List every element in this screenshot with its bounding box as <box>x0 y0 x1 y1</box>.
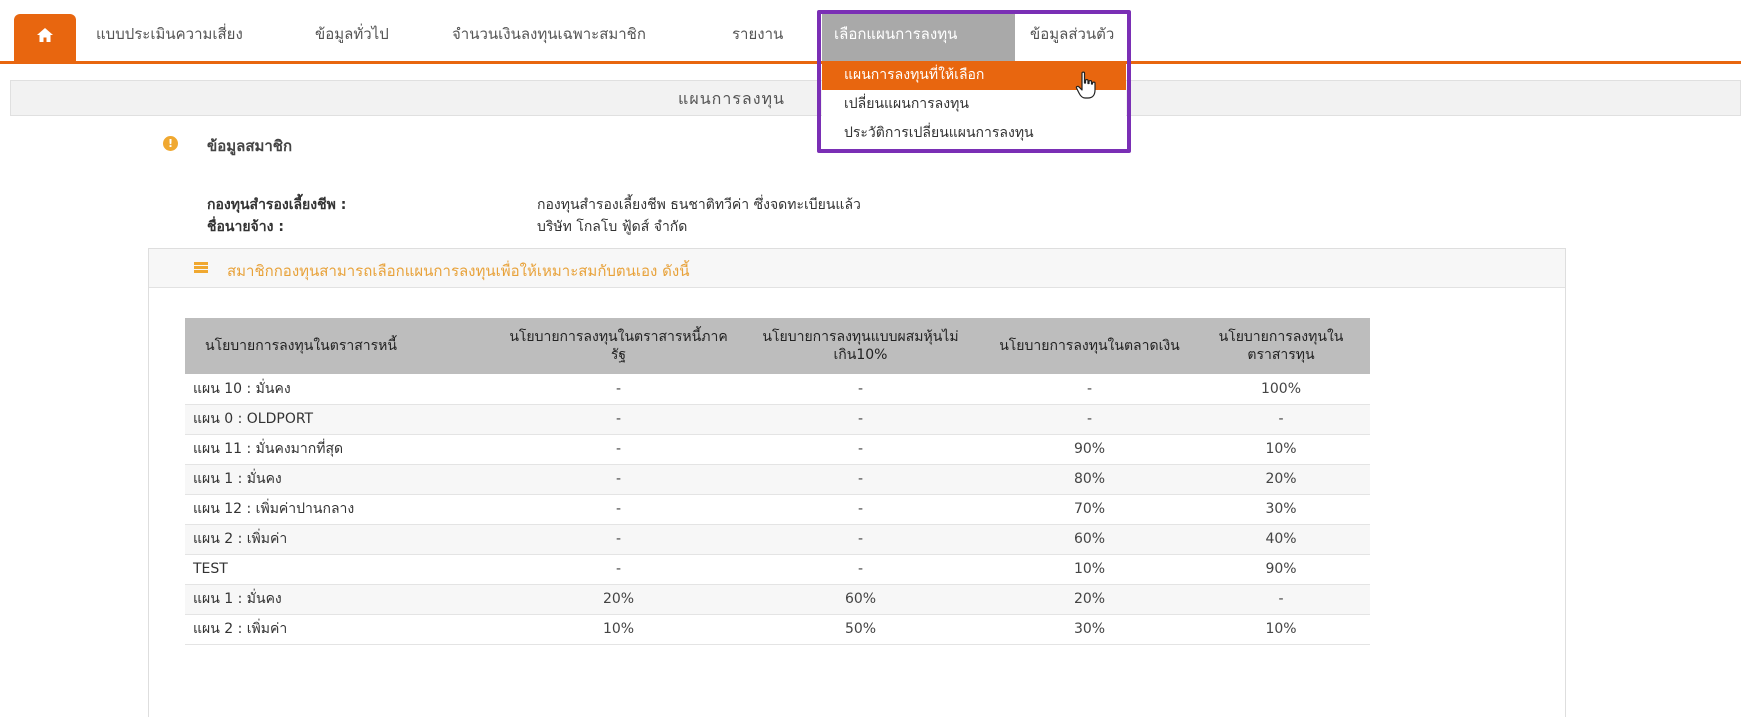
fund-label: กองทุนสำรองเลี้ยงชีพ : <box>207 197 347 213</box>
list-icon <box>194 262 208 274</box>
table-row: แผน 10 : มั่นคง - - - 100% <box>185 374 1370 405</box>
table-cell: 20% <box>503 584 734 615</box>
table-cell: แผน 11 : มั่นคงมากที่สุด <box>185 434 503 465</box>
table-header-row: นโยบายการลงทุนในตราสารหนี้ นโยบายการลงทุ… <box>185 318 1370 374</box>
column-header: นโยบายการลงทุนในตราสารหนี้ภาครัฐ <box>503 318 734 374</box>
table-cell: 40% <box>1192 524 1370 555</box>
nav-personal-info[interactable]: ข้อมูลส่วนตัว <box>1030 22 1114 46</box>
table-cell: TEST <box>185 554 503 585</box>
table-cell: - <box>503 494 734 525</box>
column-header: นโยบายการลงทุนแบบผสมหุ้นไม่เกิน10% <box>734 318 987 374</box>
member-section-title: ข้อมูลสมาชิก <box>207 137 293 155</box>
table-cell: - <box>1192 584 1370 615</box>
column-header: นโยบายการลงทุนในตราสารหนี้ <box>185 318 503 374</box>
table-cell: - <box>503 524 734 555</box>
table-cell: - <box>503 434 734 465</box>
nav-risk-assessment[interactable]: แบบประเมินความเสี่ยง <box>96 22 243 46</box>
table-row: แผน 2 : เพิ่มค่า 10% 50% 30% 10% <box>185 614 1370 645</box>
home-button[interactable] <box>14 14 76 61</box>
table-cell: - <box>734 494 987 525</box>
table-cell: - <box>503 404 734 435</box>
employer-value: บริษัท โกลโบ ฟู้ดส์ จำกัด <box>537 219 688 235</box>
table-row: แผน 1 : มั่นคง 20% 60% 20% - <box>185 584 1370 615</box>
column-header: นโยบายการลงทุนในตลาดเงิน <box>987 318 1192 374</box>
table-cell: - <box>503 464 734 495</box>
panel-title: สมาชิกกองทุนสามารถเลือกแผนการลงทุนเพื่อใ… <box>227 262 690 280</box>
table-cell: - <box>734 464 987 495</box>
table-row: TEST - - 10% 90% <box>185 554 1370 585</box>
column-header: นโยบายการลงทุนในตราสารทุน <box>1192 318 1370 374</box>
table-cell: - <box>734 554 987 585</box>
table-cell: 80% <box>987 464 1192 495</box>
investment-plans-table: นโยบายการลงทุนในตราสารหนี้ นโยบายการลงทุ… <box>185 318 1370 645</box>
table-row: แผน 12 : เพิ่มค่าปานกลาง - - 70% 30% <box>185 494 1370 525</box>
nav-reports[interactable]: รายงาน <box>732 22 783 46</box>
table-cell: 20% <box>1192 464 1370 495</box>
table-cell: - <box>734 404 987 435</box>
table-cell: - <box>987 404 1192 435</box>
table-cell: 90% <box>987 434 1192 465</box>
table-cell: 10% <box>987 554 1192 585</box>
info-icon: ! <box>163 136 178 151</box>
table-cell: แผน 1 : มั่นคง <box>185 584 503 615</box>
table-cell: แผน 1 : มั่นคง <box>185 464 503 495</box>
table-cell: - <box>503 554 734 585</box>
hand-pointer-icon <box>1075 71 1096 99</box>
table-cell: แผน 2 : เพิ่มค่า <box>185 524 503 555</box>
table-cell: 10% <box>503 614 734 645</box>
nav-general-info[interactable]: ข้อมูลทั่วไป <box>315 22 389 46</box>
table-cell: - <box>1192 404 1370 435</box>
table-cell: 10% <box>1192 614 1370 645</box>
table-cell: 20% <box>987 584 1192 615</box>
dropdown-item-plan-history[interactable]: ประวัติการเปลี่ยนแผนการลงทุน <box>822 119 1126 148</box>
top-navigation: แบบประเมินความเสี่ยง ข้อมูลทั่วไป จำนวนเ… <box>0 0 1741 64</box>
table-cell: แผน 10 : มั่นคง <box>185 374 503 405</box>
table-cell: 60% <box>987 524 1192 555</box>
table-cell: 90% <box>1192 554 1370 585</box>
table-cell: แผน 2 : เพิ่มค่า <box>185 614 503 645</box>
table-cell: 10% <box>1192 434 1370 465</box>
table-cell: 100% <box>1192 374 1370 405</box>
table-cell: 30% <box>987 614 1192 645</box>
table-cell: - <box>734 434 987 465</box>
table-row: แผน 1 : มั่นคง - - 80% 20% <box>185 464 1370 495</box>
table-row: แผน 11 : มั่นคงมากที่สุด - - 90% 10% <box>185 434 1370 465</box>
table-cell: 30% <box>1192 494 1370 525</box>
table-cell: - <box>734 524 987 555</box>
employer-label: ชื่อนายจ้าง : <box>207 219 284 235</box>
nav-select-plan[interactable]: เลือกแผนการลงทุน <box>834 22 957 46</box>
table-cell: 50% <box>734 614 987 645</box>
fund-value: กองทุนสำรองเลี้ยงชีพ ธนชาติทวีค่า ซึ่งจด… <box>537 197 861 213</box>
table-cell: - <box>503 374 734 405</box>
table-cell: แผน 12 : เพิ่มค่าปานกลาง <box>185 494 503 525</box>
panel-header: สมาชิกกองทุนสามารถเลือกแผนการลงทุนเพื่อใ… <box>149 249 1565 288</box>
nav-member-investment[interactable]: จำนวนเงินลงทุนเฉพาะสมาชิก <box>452 22 646 46</box>
table-cell: 70% <box>987 494 1192 525</box>
table-cell: 60% <box>734 584 987 615</box>
home-icon <box>37 28 53 42</box>
table-cell: - <box>734 374 987 405</box>
table-row: แผน 0 : OLDPORT - - - - <box>185 404 1370 435</box>
table-row: แผน 2 : เพิ่มค่า - - 60% 40% <box>185 524 1370 555</box>
page-title: แผนการลงทุน <box>678 89 785 108</box>
table-cell: แผน 0 : OLDPORT <box>185 404 503 435</box>
table-cell: - <box>987 374 1192 405</box>
